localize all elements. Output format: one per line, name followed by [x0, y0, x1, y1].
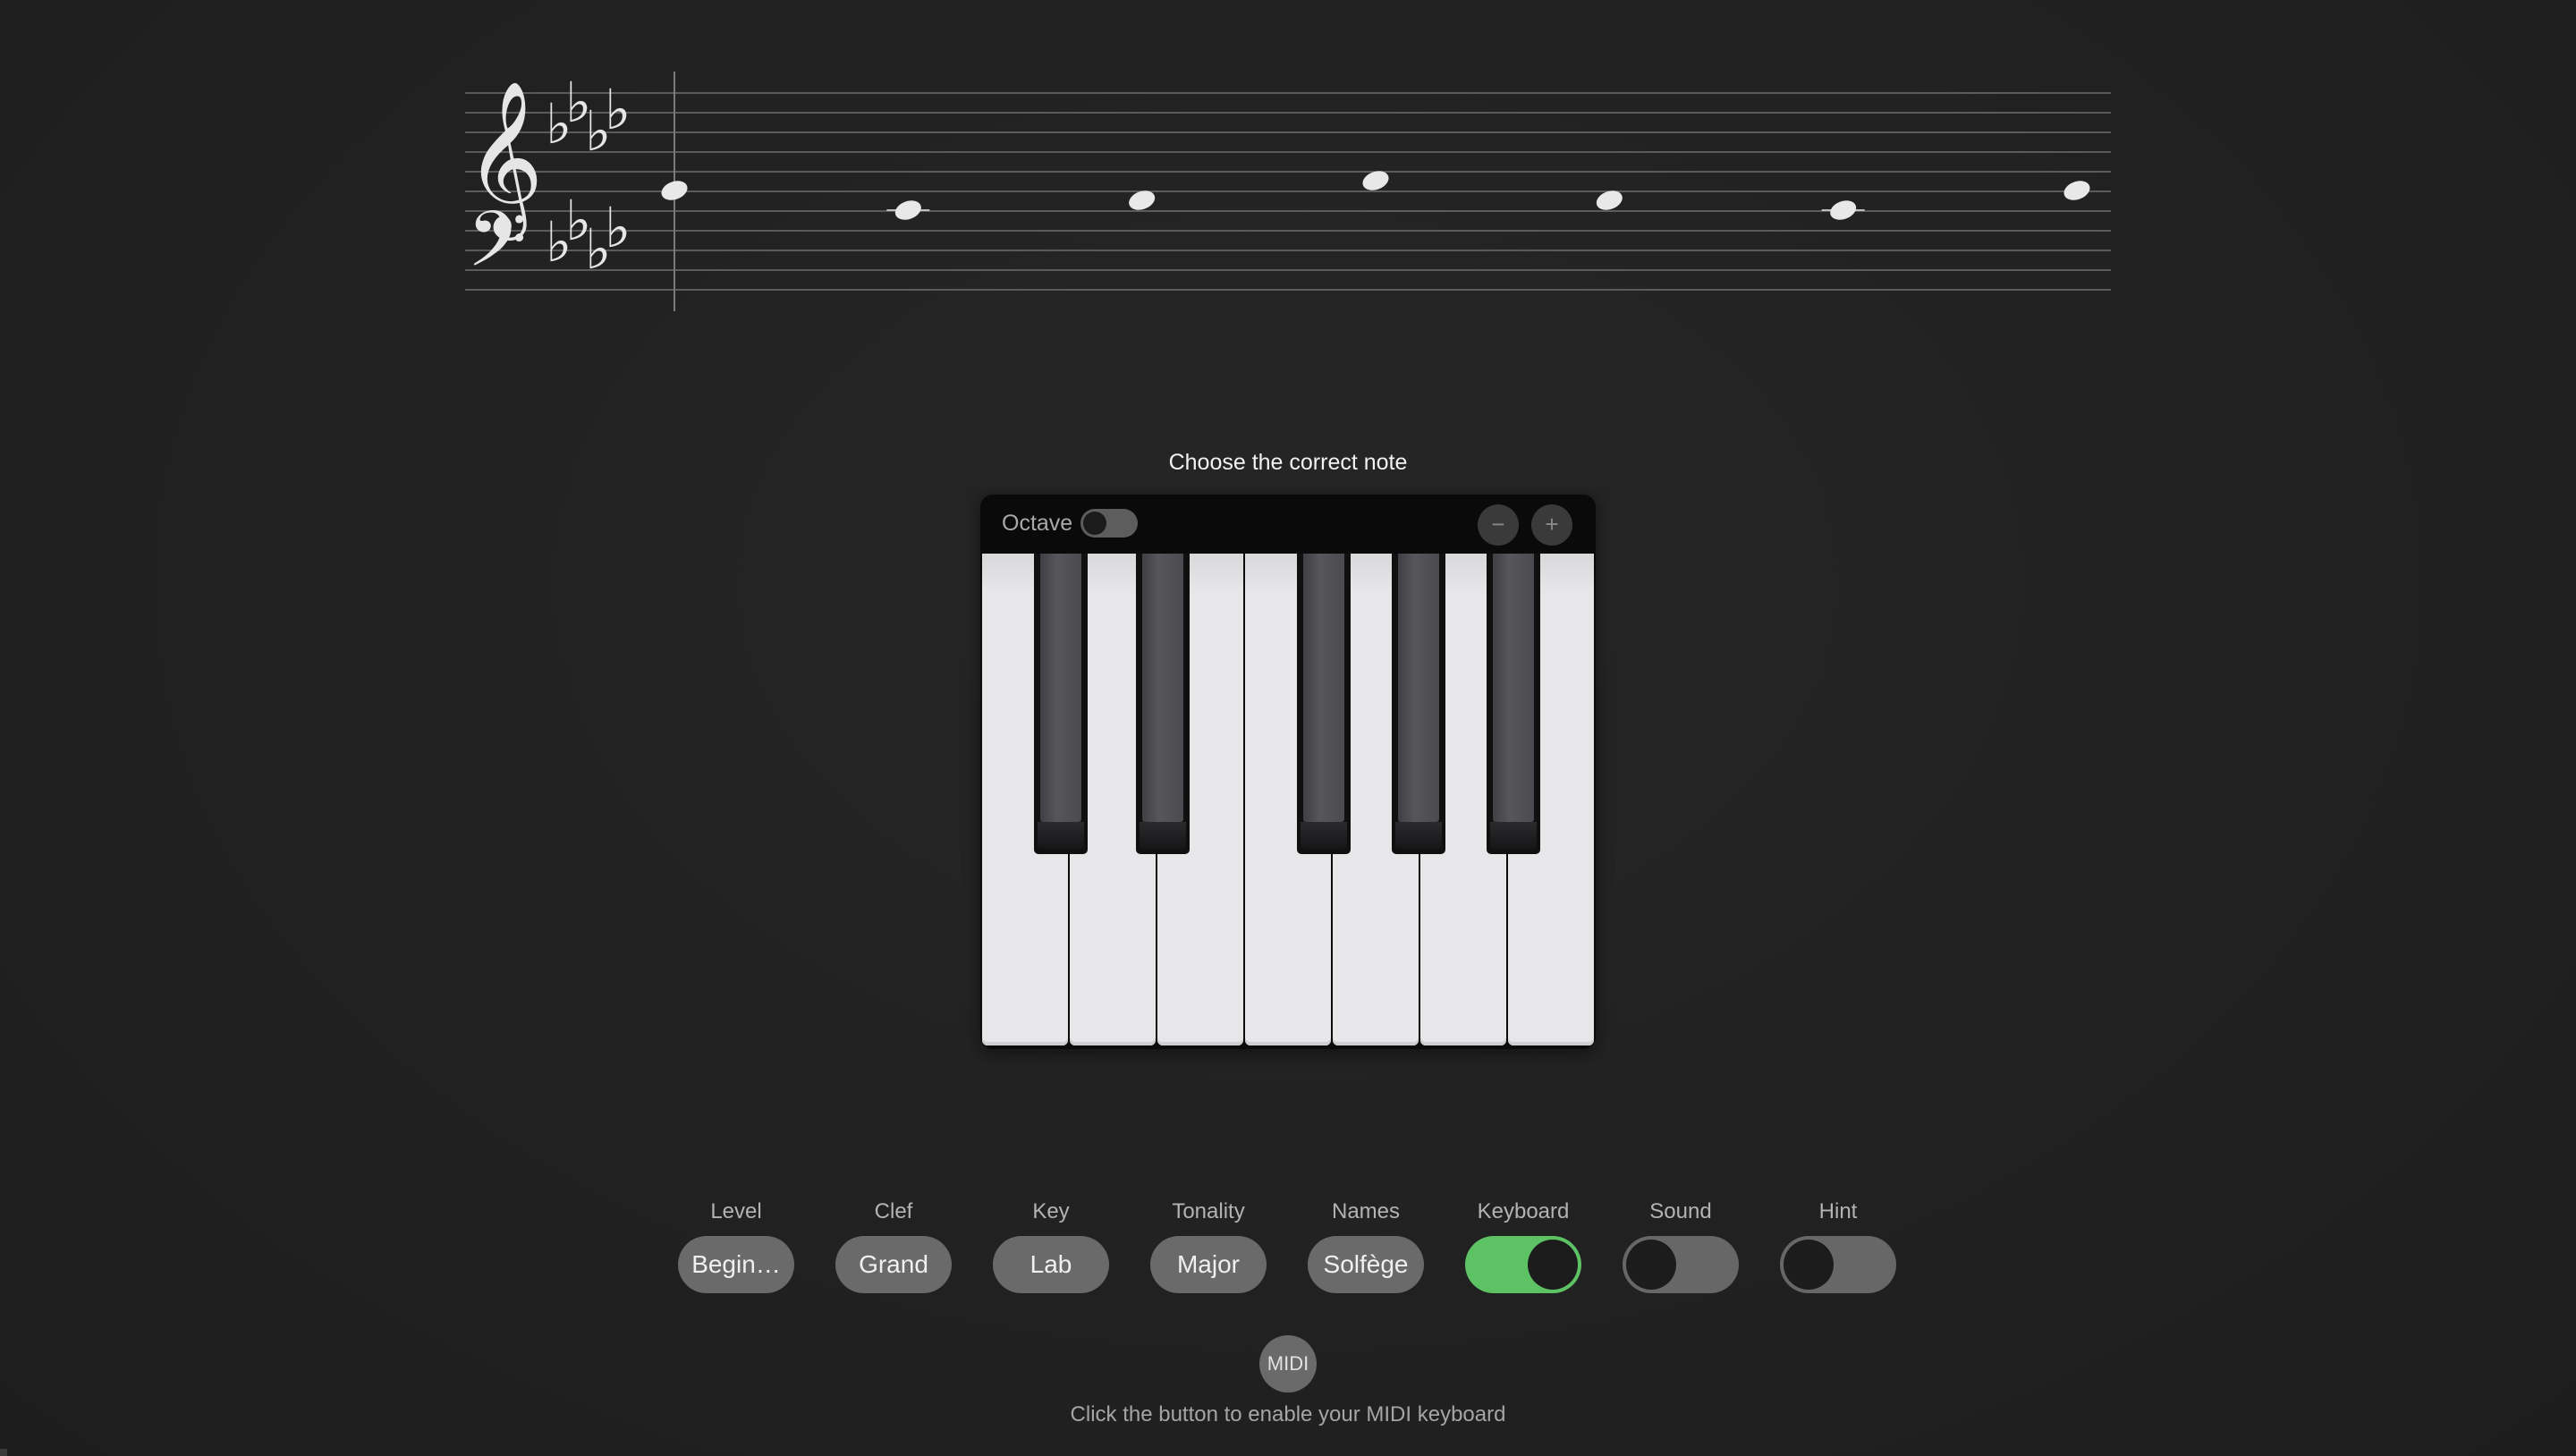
sound-control: Sound	[1623, 1198, 1739, 1293]
key-signature-treble: ♭ ♭ ♭ ♭	[546, 70, 631, 164]
staff-lines	[465, 92, 2111, 291]
prompt-text: Choose the correct note	[1168, 450, 1408, 475]
keyboard-toggle[interactable]	[1465, 1236, 1581, 1293]
midi-button[interactable]: MIDI	[1259, 1335, 1317, 1393]
tonality-control: Tonality Major	[1150, 1198, 1267, 1293]
level-control: Level Begin…	[678, 1198, 794, 1293]
clef-control: Clef Grand	[835, 1198, 952, 1293]
clef-label: Clef	[874, 1199, 913, 1223]
piano-keys	[980, 554, 1596, 1049]
octave-up-button[interactable]: +	[1531, 504, 1572, 546]
whole-note-icon	[894, 200, 921, 220]
hint-toggle[interactable]	[1780, 1236, 1896, 1293]
tonality-select[interactable]: Major	[1150, 1236, 1267, 1293]
black-key[interactable]	[1034, 554, 1088, 854]
midi-hint-text: Click the button to enable your MIDI key…	[1070, 1402, 1506, 1426]
black-key[interactable]	[1297, 554, 1351, 854]
tonality-label: Tonality	[1172, 1199, 1245, 1223]
black-key[interactable]	[1392, 554, 1445, 854]
note-head	[886, 200, 930, 220]
toggle-knob	[1784, 1240, 1834, 1290]
key-control: Key Lab	[993, 1198, 1109, 1293]
piano-keyboard: Octave − +	[980, 495, 1596, 1049]
octave-toggle-knob	[1083, 512, 1106, 535]
whole-note-icon	[661, 181, 688, 200]
toggle-knob	[1528, 1240, 1578, 1290]
whole-note-icon	[2063, 181, 2090, 200]
clef-select[interactable]: Grand	[835, 1236, 952, 1293]
black-key[interactable]	[1136, 554, 1190, 854]
names-label: Names	[1331, 1199, 1401, 1223]
whole-note-icon	[1830, 200, 1857, 220]
octave-label: Octave	[1002, 511, 1073, 536]
octave-toggle[interactable]	[1080, 509, 1138, 538]
key-select[interactable]: Lab	[993, 1236, 1109, 1293]
key-label: Key	[1032, 1199, 1070, 1223]
key-signature-bass: ♭ ♭ ♭ ♭	[546, 188, 631, 282]
level-label: Level	[710, 1199, 762, 1223]
names-control: Names Solfège	[1308, 1198, 1424, 1293]
level-select[interactable]: Begin…	[678, 1236, 794, 1293]
note-head	[2063, 181, 2090, 200]
hint-control: Hint	[1780, 1198, 1896, 1293]
bass-clef-icon: 𝄢	[467, 194, 527, 303]
octave-down-button[interactable]: −	[1478, 504, 1519, 546]
flat-icon: ♭	[605, 195, 631, 260]
grand-staff: 𝄞 𝄢 ♭ ♭ ♭ ♭ ♭ ♭ ♭ ♭	[465, 70, 2111, 311]
notes	[661, 171, 2090, 220]
flat-icon: ♭	[605, 77, 631, 142]
names-select[interactable]: Solfège	[1308, 1236, 1424, 1293]
window-corner	[0, 1449, 7, 1456]
sound-toggle[interactable]	[1623, 1236, 1739, 1293]
keyboard-control: Keyboard	[1465, 1198, 1581, 1293]
sound-label: Sound	[1649, 1199, 1712, 1223]
note-head	[1821, 200, 1865, 220]
keyboard-label: Keyboard	[1477, 1199, 1570, 1223]
note-head	[661, 181, 688, 200]
hint-label: Hint	[1818, 1199, 1858, 1223]
piano-header: Octave − +	[980, 495, 1596, 554]
toggle-knob	[1626, 1240, 1676, 1290]
black-key[interactable]	[1487, 554, 1540, 854]
app-page: 𝄞 𝄢 ♭ ♭ ♭ ♭ ♭ ♭ ♭ ♭ Choose the correct n…	[0, 0, 2576, 1456]
